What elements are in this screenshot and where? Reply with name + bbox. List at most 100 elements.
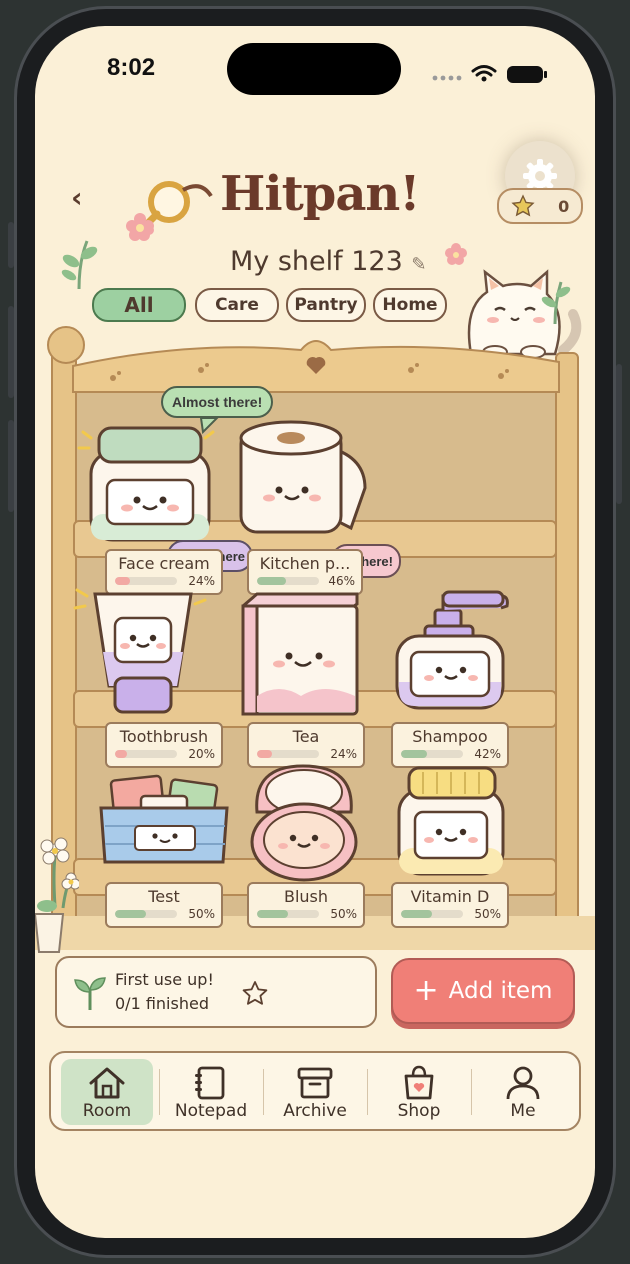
sprout-icon — [74, 977, 106, 1010]
shelf-crown — [72, 340, 560, 393]
progress-bar — [257, 910, 319, 918]
nav-label: Notepad — [174, 1101, 248, 1121]
dynamic-island — [227, 43, 401, 95]
item-name: Blush — [283, 887, 329, 906]
nav-divider — [263, 1069, 264, 1115]
item-label-blush[interactable]: Blush 50% — [247, 882, 365, 928]
progress-percent: 42% — [474, 747, 501, 761]
tab-all[interactable]: All — [92, 288, 186, 322]
nav-label: Archive — [283, 1101, 347, 1121]
speech-bubble-tail — [199, 418, 219, 434]
star-count: 0 — [558, 196, 570, 216]
progress-fill — [257, 910, 288, 918]
notebook-icon — [195, 1066, 225, 1100]
bubble-right-text: here! — [361, 553, 393, 569]
nav-divider — [159, 1069, 160, 1115]
item-label-test[interactable]: Test 50% — [105, 882, 223, 928]
progress-fill — [401, 750, 428, 758]
progress-bar — [257, 750, 319, 758]
item-name: Face cream — [118, 554, 210, 573]
app-title: Hitpan! — [220, 166, 420, 222]
item-label-kitchen-paper[interactable]: Kitchen p... 46% — [247, 549, 363, 595]
face-cream-jar-item[interactable] — [77, 424, 227, 548]
nav-notepad[interactable]: Notepad — [165, 1059, 257, 1125]
item-label-shampoo[interactable]: Shampoo 42% — [391, 722, 509, 768]
star-outline-icon — [242, 981, 268, 1005]
potted-flower-decoration — [35, 837, 79, 953]
screen: 8:02 ‹ Hitpan! 0 My shelf 123 ✎ All Care… — [35, 26, 595, 1238]
status-time: 8:02 — [107, 54, 156, 81]
item-name: Kitchen p... — [259, 554, 351, 573]
shopping-bag-icon — [404, 1065, 434, 1100]
progress-bar — [115, 750, 177, 758]
progress-percent: 50% — [330, 907, 357, 921]
tea-box-item[interactable] — [239, 592, 363, 718]
progress-bar — [115, 910, 177, 918]
nav-archive[interactable]: Archive — [269, 1059, 361, 1125]
progress-fill — [115, 750, 128, 758]
item-name: Toothbrush — [119, 727, 209, 746]
blush-compact-item[interactable] — [249, 762, 359, 882]
progress-fill — [257, 750, 272, 758]
progress-percent: 20% — [188, 747, 215, 761]
person-icon — [506, 1066, 540, 1100]
mute-switch — [8, 222, 14, 268]
nav-divider — [367, 1069, 368, 1115]
item-name: Test — [148, 887, 180, 906]
progress-percent: 50% — [474, 907, 501, 921]
nav-label: Me — [510, 1101, 536, 1121]
power-button — [616, 364, 622, 504]
add-item-label: Add item — [448, 978, 553, 1004]
flower-small-decoration — [445, 243, 467, 265]
goal-progress: 0/1 finished — [115, 994, 209, 1013]
progress-bar — [257, 577, 319, 585]
speech-bubble-almost-there: Almost there! — [161, 386, 274, 418]
progress-percent: 50% — [188, 907, 215, 921]
pencil-icon[interactable]: ✎ — [411, 254, 426, 275]
tab-home[interactable]: Home — [373, 288, 447, 322]
nav-shop[interactable]: Shop — [373, 1059, 465, 1125]
nav-me[interactable]: Me — [477, 1059, 569, 1125]
progress-bar — [401, 750, 463, 758]
progress-percent: 46% — [328, 574, 355, 588]
battery-icon — [507, 66, 543, 83]
status-icons — [432, 65, 547, 83]
toothbrush-tube-item[interactable] — [73, 582, 223, 718]
flower-decoration — [126, 213, 154, 241]
shelf-name-label: My shelf 123 — [230, 246, 403, 277]
vitamin-d-jar-item[interactable] — [393, 766, 509, 878]
nav-divider — [471, 1069, 472, 1115]
leaf-sprig-decoration — [61, 240, 98, 290]
nav-label: Room — [82, 1101, 132, 1121]
back-button[interactable]: ‹ — [71, 181, 83, 214]
volume-up-button — [8, 306, 14, 398]
wifi-icon — [471, 65, 497, 82]
shelf-name[interactable]: My shelf 123 ✎ — [230, 246, 426, 277]
star-counter[interactable]: 0 — [497, 188, 583, 224]
plus-icon: + — [413, 973, 439, 1008]
item-label-vitamin-d[interactable]: Vitamin D 50% — [391, 882, 509, 928]
signal-icon — [432, 75, 462, 81]
item-name: Shampoo — [412, 727, 488, 746]
goal-title: First use up! — [115, 970, 214, 989]
nav-room[interactable]: Room — [61, 1059, 153, 1125]
progress-fill — [115, 910, 146, 918]
add-item-button[interactable]: + Add item — [391, 958, 575, 1024]
tab-care[interactable]: Care — [195, 288, 279, 322]
shampoo-bottle-item[interactable] — [391, 586, 511, 714]
progress-fill — [401, 910, 432, 918]
progress-fill — [257, 577, 286, 585]
progress-bar — [401, 910, 463, 918]
progress-percent: 24% — [330, 747, 357, 761]
star-icon — [511, 194, 535, 217]
paper-towel-roll-item[interactable] — [235, 418, 380, 538]
test-basket-item[interactable] — [99, 772, 231, 870]
item-name: Tea — [292, 727, 320, 746]
item-label-toothbrush[interactable]: Toothbrush 20% — [105, 722, 223, 768]
volume-down-button — [8, 420, 14, 512]
house-icon — [89, 1067, 125, 1099]
tab-pantry[interactable]: Pantry — [286, 288, 366, 322]
archive-box-icon — [297, 1067, 333, 1099]
bottom-nav: Room Notepad Archive Shop Me — [49, 1051, 581, 1131]
goal-card[interactable]: First use up! 0/1 finished — [55, 956, 377, 1028]
